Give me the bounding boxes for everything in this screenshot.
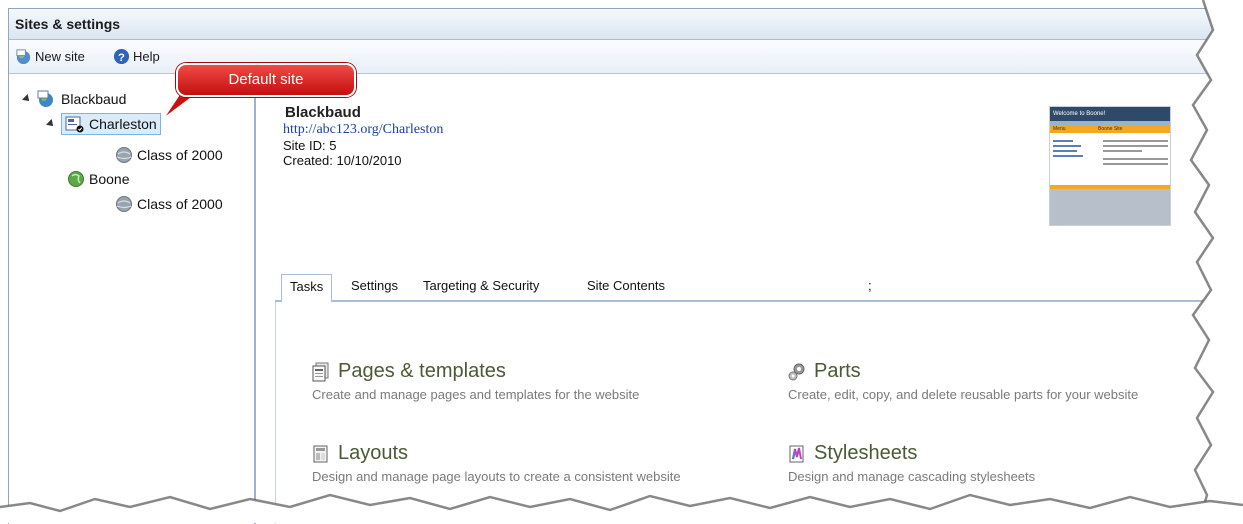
layouts-icon — [313, 445, 328, 462]
site-tree-panel: Blackbaud Charleston Class of 2000 Boone… — [9, 74, 256, 524]
task-stylesheets[interactable]: Stylesheets Design and manage cascading … — [788, 442, 1035, 484]
default-site-icon — [65, 116, 84, 133]
site-name: Blackbaud — [285, 104, 361, 121]
site-url-link[interactable]: http://abc123.org/Charleston — [283, 122, 443, 138]
task-title: Layouts — [338, 442, 409, 464]
tab-overflow[interactable]: ; — [860, 274, 880, 300]
window-title: Sites & settings — [15, 16, 121, 32]
tree-item-blackbaud[interactable]: Blackbaud — [22, 90, 127, 108]
subsite-globe-icon — [116, 196, 132, 212]
tree-label-charleston: Charleston — [89, 116, 157, 132]
tab-strip: Tasks Settings Targeting & Security Site… — [275, 274, 1215, 303]
tab-settings[interactable]: Settings — [343, 274, 406, 300]
task-title: Stylesheets — [814, 442, 918, 464]
task-description: Design and manage cascading stylesheets — [788, 469, 1036, 484]
task-parts[interactable]: Parts Create, edit, copy, and delete reu… — [788, 360, 1138, 402]
help-button[interactable]: ? Help — [113, 48, 160, 65]
new-site-button[interactable]: New site — [15, 48, 85, 65]
svg-text:?: ? — [118, 52, 125, 64]
default-site-callout: Default site — [176, 63, 356, 97]
tree-item-charleston[interactable]: Charleston — [46, 113, 161, 135]
tab-site-contents[interactable]: Site Contents — [579, 274, 673, 300]
selected-node[interactable]: Charleston — [61, 113, 161, 135]
tree-label-boone: Boone — [89, 171, 130, 187]
task-description: Create, edit, copy, and delete reusable … — [788, 387, 1139, 402]
task-title: Pages & templates — [338, 360, 506, 382]
tab-targeting-security[interactable]: Targeting & Security — [415, 274, 547, 300]
expand-arrow-icon[interactable] — [46, 119, 56, 129]
expand-arrow-icon[interactable] — [22, 94, 32, 104]
task-layouts[interactable]: Layouts Design and manage page layouts t… — [312, 442, 681, 484]
tree-label-blackbaud: Blackbaud — [61, 91, 127, 107]
title-bar: Sites & settings — [9, 9, 1237, 40]
tree-label-class-of-2000: Class of 2000 — [137, 196, 223, 212]
task-pages-templates[interactable]: Pages & templates Create and manage page… — [312, 360, 639, 402]
tree-item-boone[interactable]: Boone — [67, 170, 129, 188]
thumbnail-header: Welcome to Boone! — [1050, 107, 1170, 121]
tree-label-class-of-2000: Class of 2000 — [137, 147, 223, 163]
task-description: Design and manage page layouts to create… — [312, 469, 681, 484]
new-site-icon — [16, 49, 31, 65]
subsite-globe-icon — [116, 147, 132, 163]
tab-tasks[interactable]: Tasks — [281, 274, 333, 303]
stylesheets-icon — [789, 445, 804, 462]
site-detail-panel: Blackbaud http://abc123.org/Charleston S… — [257, 74, 1237, 524]
tree-item-boone-class-2000[interactable]: Class of 2000 — [115, 195, 223, 213]
site-id: Site ID: 5 — [283, 138, 337, 153]
parts-icon — [788, 363, 805, 380]
new-site-label: New site — [35, 49, 85, 64]
tasks-panel: Pages & templates Create and manage page… — [275, 302, 1216, 524]
help-label: Help — [133, 49, 160, 64]
site-globe-icon — [68, 171, 84, 187]
tree-item-charleston-class-2000[interactable]: Class of 2000 — [115, 146, 223, 164]
site-thumbnail[interactable]: Welcome to Boone! Menu Boone Site — [1049, 106, 1171, 226]
site-created: Created: 10/10/2010 — [283, 153, 402, 168]
thumbnail-menu-label: Menu — [1053, 126, 1066, 132]
help-icon: ? — [113, 48, 130, 65]
site-group-icon — [37, 90, 53, 107]
pages-icon — [312, 362, 329, 381]
thumbnail-site-label: Boone Site — [1098, 126, 1123, 132]
task-description: Create and manage pages and templates fo… — [312, 387, 640, 402]
task-title: Parts — [814, 360, 861, 382]
